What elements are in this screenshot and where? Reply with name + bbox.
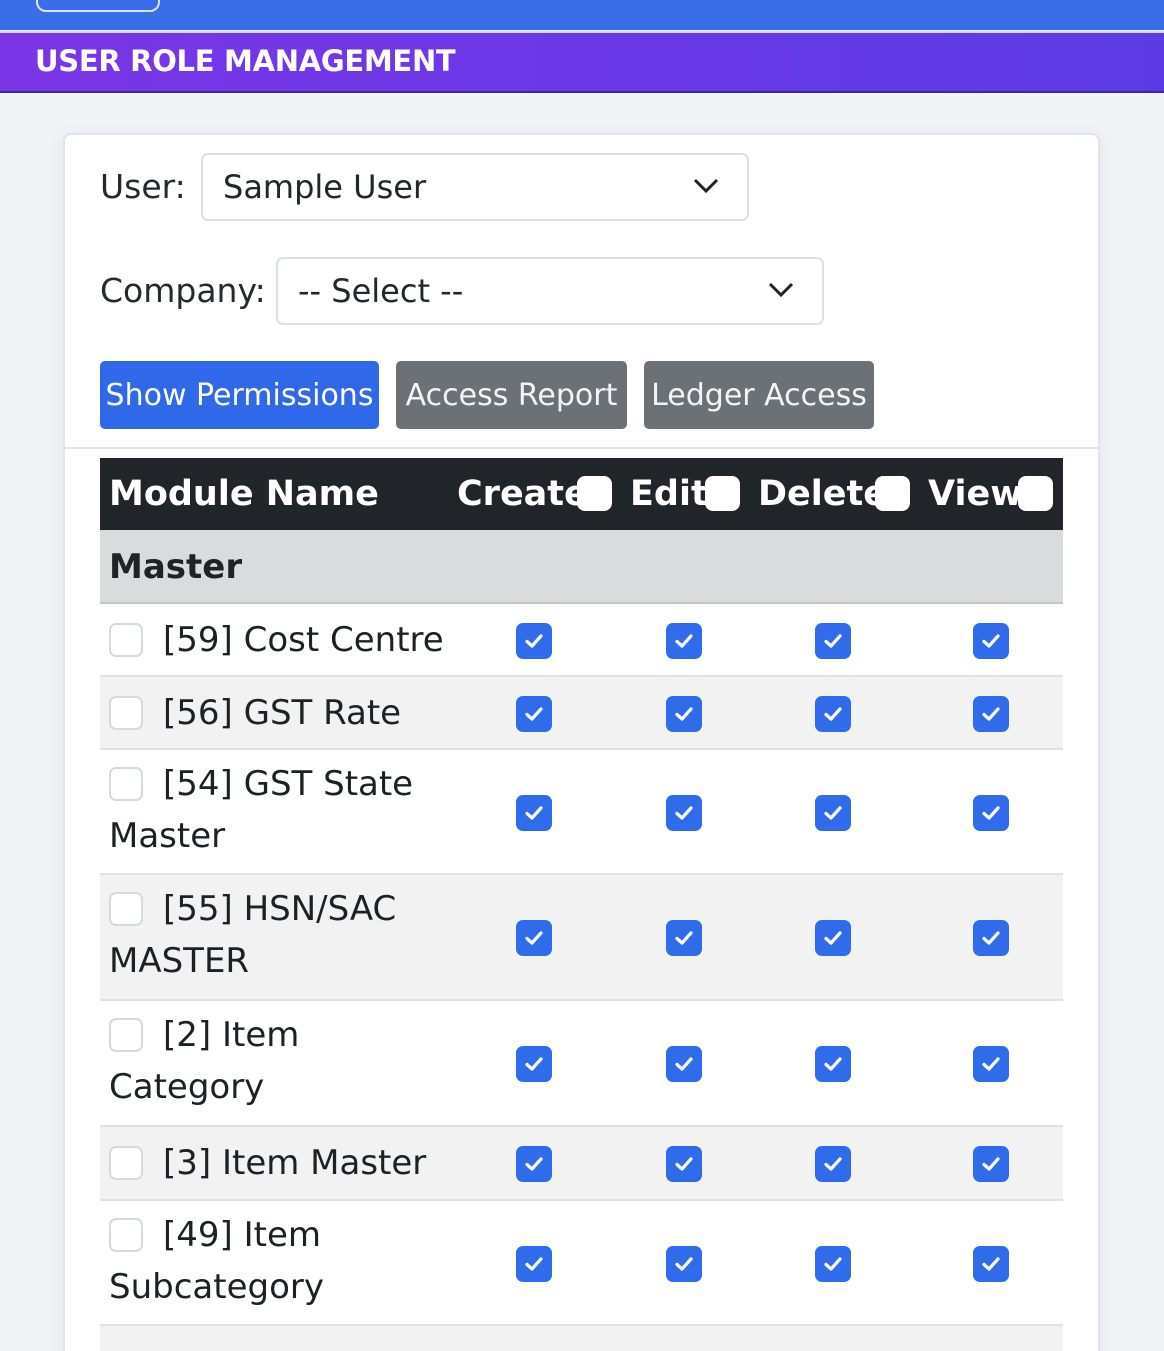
edit-permission-checkbox[interactable]	[666, 920, 702, 956]
module-name-line2: Subcategory	[109, 1267, 324, 1307]
module-name-line1: [54] GST State	[163, 764, 414, 804]
delete-permission-checkbox[interactable]	[815, 1146, 851, 1182]
select-all-delete-checkbox[interactable]	[875, 476, 910, 511]
table-row: [56] GST Rate	[100, 677, 1063, 750]
module-name: [49] Item Subcategory	[109, 1209, 324, 1313]
user-select[interactable]: Sample User	[201, 153, 749, 221]
company-select-value: -- Select --	[298, 272, 464, 310]
create-permission-checkbox[interactable]	[516, 623, 552, 659]
module-name-line1: [59] Cost Centre	[163, 620, 444, 660]
module-name: [59] Cost Centre	[109, 614, 444, 666]
module-group-label: Master	[109, 547, 243, 587]
navbar-toggle-button[interactable]	[36, 0, 160, 12]
table-row: [55] HSN/SAC MASTER	[100, 875, 1063, 1001]
page-title: USER ROLE MANAGEMENT	[35, 44, 456, 78]
view-permission-checkbox[interactable]	[973, 795, 1009, 831]
module-name-line1: [49] Item	[163, 1215, 321, 1255]
module-name: [56] GST Rate	[109, 687, 401, 739]
delete-permission-checkbox[interactable]	[815, 1246, 851, 1282]
table-row: [59] Cost Centre	[100, 604, 1063, 677]
select-all-edit-checkbox[interactable]	[705, 476, 740, 511]
top-navbar	[0, 0, 1164, 30]
module-name-line1: [55] HSN/SAC	[163, 889, 397, 929]
user-select-value: Sample User	[223, 168, 427, 206]
delete-permission-checkbox[interactable]	[815, 1046, 851, 1082]
module-name: [54] GST State Master	[109, 758, 413, 862]
edit-permission-checkbox[interactable]	[666, 795, 702, 831]
header-view: View	[928, 474, 1023, 514]
create-permission-checkbox[interactable]	[516, 920, 552, 956]
ledger-access-button[interactable]: Ledger Access	[644, 361, 874, 429]
header-create: Create	[457, 474, 588, 514]
select-all-create-checkbox[interactable]	[577, 476, 612, 511]
table-row: [2] Item Category	[100, 1001, 1063, 1127]
card-divider	[65, 447, 1098, 449]
view-permission-checkbox[interactable]	[973, 1146, 1009, 1182]
view-permission-checkbox[interactable]	[973, 920, 1009, 956]
delete-permission-checkbox[interactable]	[815, 623, 851, 659]
company-select[interactable]: -- Select --	[276, 257, 824, 325]
table-row: [54] GST State Master	[100, 750, 1063, 875]
create-permission-checkbox[interactable]	[516, 1046, 552, 1082]
view-permission-checkbox[interactable]	[973, 623, 1009, 659]
create-permission-checkbox[interactable]	[516, 1246, 552, 1282]
access-report-button[interactable]: Access Report	[396, 361, 627, 429]
company-label: Company:	[100, 271, 266, 310]
module-name: [3] Item Master	[109, 1137, 426, 1189]
edit-permission-checkbox[interactable]	[666, 623, 702, 659]
user-label: User:	[100, 167, 186, 206]
view-permission-checkbox[interactable]	[973, 1246, 1009, 1282]
module-name-line2: Category	[109, 1067, 265, 1107]
table-row	[100, 1326, 1063, 1351]
module-name: [2] Item Category	[109, 1009, 299, 1113]
table-row: [3] Item Master	[100, 1127, 1063, 1201]
edit-permission-checkbox[interactable]	[666, 1046, 702, 1082]
chevron-down-icon	[768, 282, 794, 298]
delete-permission-checkbox[interactable]	[815, 696, 851, 732]
module-name-line2: Master	[109, 816, 226, 856]
edit-permission-checkbox[interactable]	[666, 1146, 702, 1182]
module-name-line1: [56] GST Rate	[163, 693, 402, 733]
module-name-line1: [2] Item	[163, 1015, 300, 1055]
header-module-name: Module Name	[109, 474, 379, 514]
module-name-line1: [3] Item Master	[163, 1143, 427, 1183]
view-permission-checkbox[interactable]	[973, 696, 1009, 732]
create-permission-checkbox[interactable]	[516, 795, 552, 831]
select-all-view-checkbox[interactable]	[1018, 476, 1053, 511]
module-name: [55] HSN/SAC MASTER	[109, 883, 396, 987]
header-edit: Edit	[630, 474, 708, 514]
create-permission-checkbox[interactable]	[516, 1146, 552, 1182]
create-permission-checkbox[interactable]	[516, 696, 552, 732]
chevron-down-icon	[693, 178, 719, 194]
show-permissions-button[interactable]: Show Permissions	[100, 361, 379, 429]
module-name-line2: MASTER	[109, 941, 250, 981]
delete-permission-checkbox[interactable]	[815, 920, 851, 956]
delete-permission-checkbox[interactable]	[815, 795, 851, 831]
edit-permission-checkbox[interactable]	[666, 696, 702, 732]
module-group-row: Master	[100, 530, 1063, 604]
table-header: Module Name Create Edit Delete View	[100, 458, 1063, 530]
table-row: [49] Item Subcategory	[100, 1201, 1063, 1326]
page-title-bar: USER ROLE MANAGEMENT	[0, 31, 1164, 93]
edit-permission-checkbox[interactable]	[666, 1246, 702, 1282]
header-delete: Delete	[758, 474, 887, 514]
view-permission-checkbox[interactable]	[973, 1046, 1009, 1082]
